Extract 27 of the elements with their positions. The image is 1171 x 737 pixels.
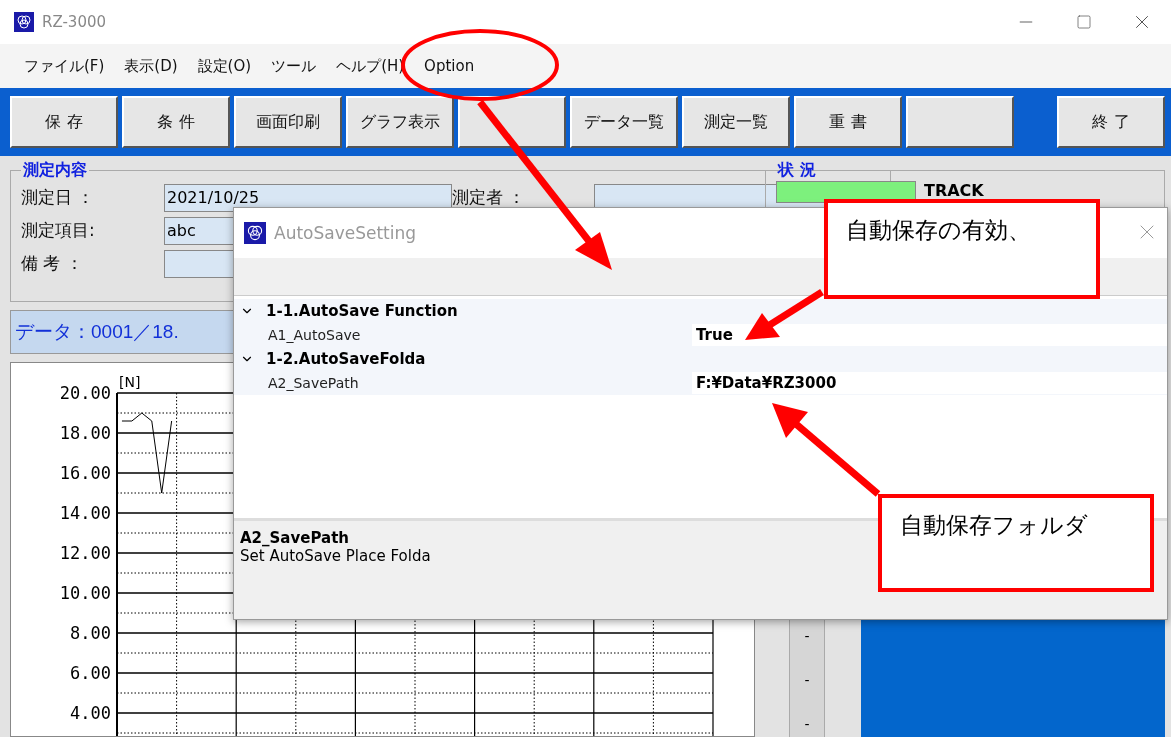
y-tick-label: 6.00 bbox=[70, 663, 111, 683]
group-title: 状 況 bbox=[776, 160, 817, 181]
y-tick-label: 18.00 bbox=[59, 423, 111, 443]
y-tick-label: 14.00 bbox=[59, 503, 111, 523]
description-title: A2_SavePath bbox=[240, 529, 350, 547]
data-header: データ：0001／18. bbox=[15, 320, 179, 344]
y-tick-label: 8.00 bbox=[70, 623, 111, 643]
y-tick-label: 20.00 bbox=[59, 383, 111, 403]
callout-box: 自動保存フォルダ bbox=[878, 494, 1154, 592]
field-label: 測定項目: bbox=[21, 219, 96, 242]
field-label: 測定者 ： bbox=[452, 186, 527, 209]
y-tick-label: 10.00 bbox=[59, 583, 111, 603]
callout-box: 自動保存の有効、 bbox=[824, 199, 1100, 299]
field-label: 測定日 ： bbox=[21, 186, 96, 209]
group-title: 測定内容 bbox=[22, 160, 88, 181]
y-axis-label: [N] bbox=[119, 374, 141, 390]
scale-mark: - bbox=[804, 628, 810, 644]
scale-mark: - bbox=[804, 672, 810, 688]
window-title: RZ-3000 bbox=[42, 13, 108, 31]
y-tick-label: 4.00 bbox=[70, 703, 111, 723]
dialog-title: AutoSaveSetting bbox=[274, 223, 417, 243]
field-label: 備 考 ： bbox=[21, 252, 84, 275]
y-tick-label: 12.00 bbox=[59, 543, 111, 563]
track-label: TRACK bbox=[924, 181, 984, 200]
description-text: Set AutoSave Place Folda bbox=[240, 547, 432, 565]
y-tick-label: 16.00 bbox=[59, 463, 111, 483]
scale-mark: - bbox=[804, 716, 810, 732]
